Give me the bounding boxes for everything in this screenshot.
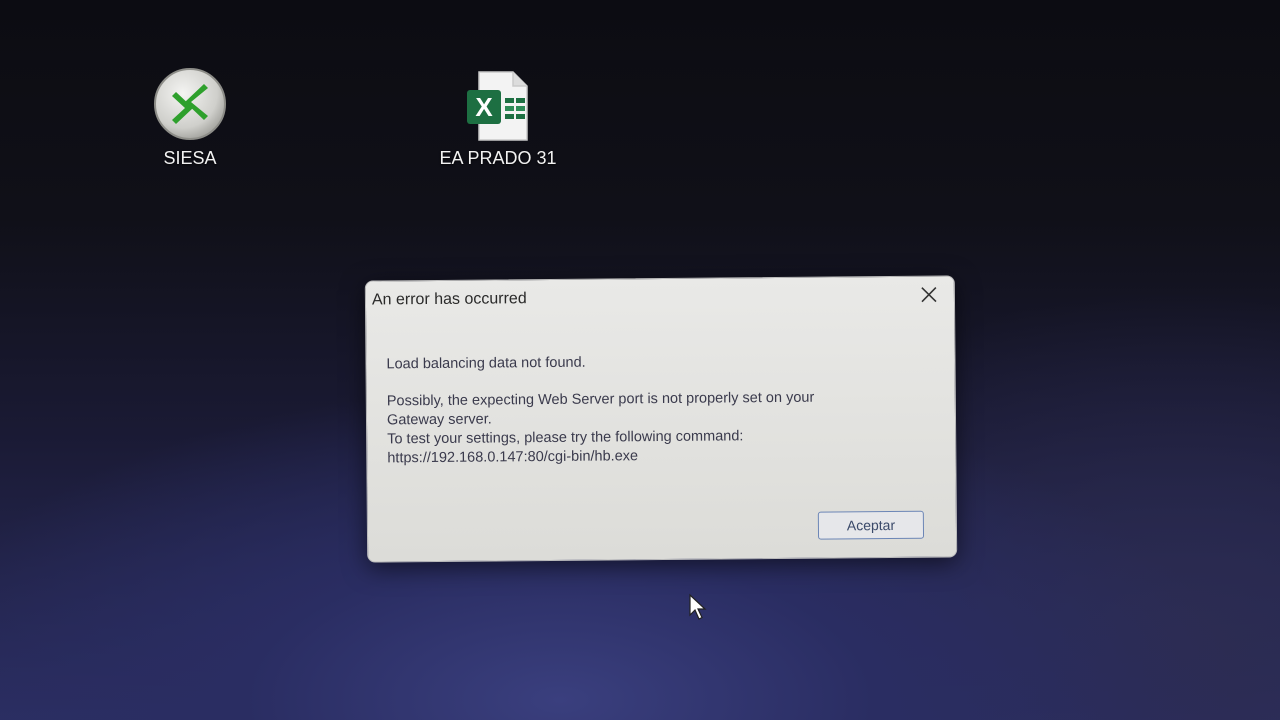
aceptar-button[interactable]: Aceptar xyxy=(817,510,925,540)
dialog-message: Load balancing data not found. Possibly,… xyxy=(386,351,927,469)
mouse-pointer-icon xyxy=(689,593,707,620)
desktop-icon-label: SIESA xyxy=(163,148,217,168)
close-button[interactable] xyxy=(918,284,940,306)
desktop-icon-label: EA PRADO 31 xyxy=(439,148,557,168)
close-icon xyxy=(921,287,937,303)
desktop-icon-siesa[interactable]: SIESA xyxy=(110,66,270,169)
dialog-titlebar[interactable]: An error has occurred xyxy=(366,276,954,317)
error-dialog: An error has occurred Load balancing dat… xyxy=(364,275,958,563)
desktop: SIESA X EA PRADO 31 An error has occurre… xyxy=(0,0,1280,720)
excel-file-icon: X xyxy=(467,71,528,141)
dialog-title: An error has occurred xyxy=(371,290,527,309)
remote-desktop-icon xyxy=(154,68,226,140)
svg-text:X: X xyxy=(475,92,493,122)
test-command-url: https://192.168.0.147:80/cgi-bin/hb.exe xyxy=(387,448,639,467)
desktop-icon-ea-prado-31[interactable]: X EA PRADO 31 xyxy=(418,70,578,169)
